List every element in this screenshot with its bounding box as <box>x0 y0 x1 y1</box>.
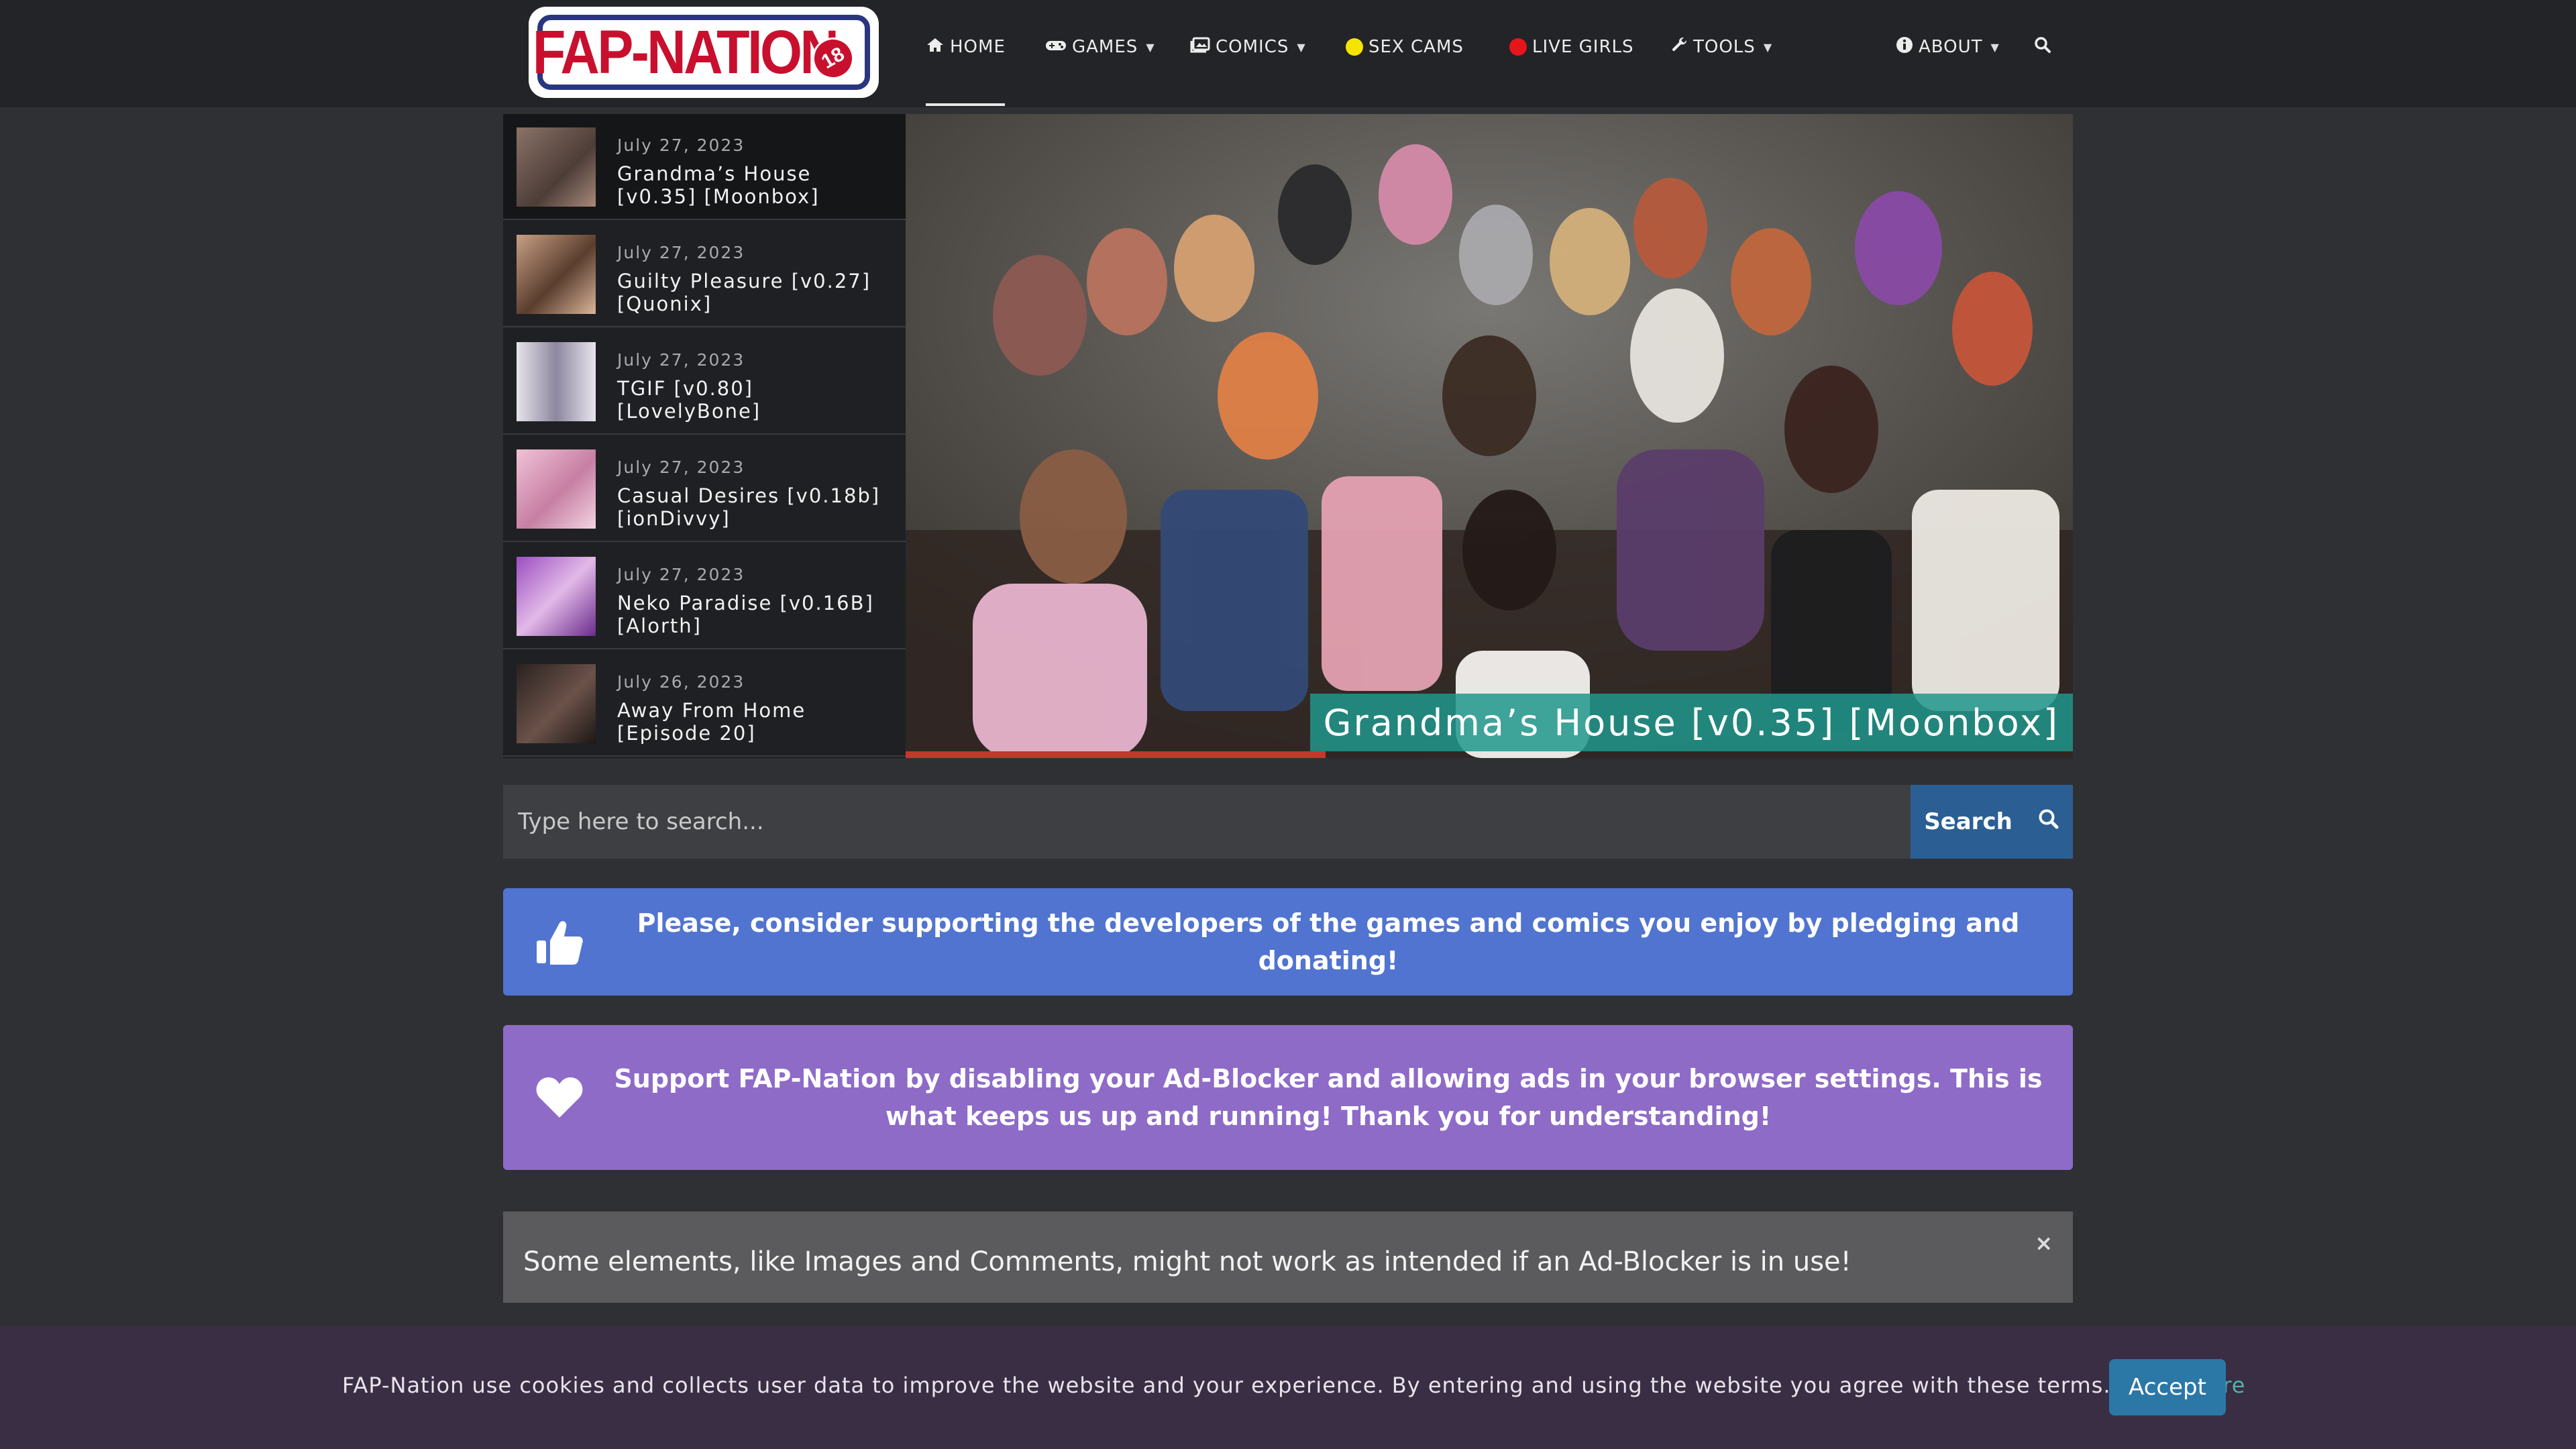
post-title[interactable]: Casual Desires [v0.18b] [ionDivvy] <box>617 484 892 530</box>
nav-games-label: GAMES <box>1072 37 1138 57</box>
latest-posts-list: July 27, 2023 Grandma’s House [v0.35] [M… <box>503 114 906 758</box>
nav-comics-label: COMICS <box>1216 37 1289 57</box>
chevron-down-icon: ▼ <box>1763 40 1773 54</box>
search-button-label: Search <box>1924 808 2012 835</box>
post-title[interactable]: Guilty Pleasure [v0.27] [Quonix] <box>617 270 892 315</box>
search-input[interactable] <box>503 785 1911 859</box>
adblock-warning: Some elements, like Images and Comments,… <box>503 1212 2073 1303</box>
nav-home[interactable]: HOME <box>926 34 1006 60</box>
featured-slide-caption[interactable]: Grandma’s House [v0.35] [Moonbox] <box>1309 694 2073 751</box>
latest-post-item[interactable]: July 27, 2023 Grandma’s House [v0.35] [M… <box>503 114 906 220</box>
nav-home-label: HOME <box>950 37 1006 57</box>
nav-games[interactable]: GAMES ▼ <box>1045 34 1155 60</box>
cookie-consent-bar: FAP-Nation use cookies and collects user… <box>0 1326 2576 1449</box>
wrench-icon <box>1670 36 1688 58</box>
post-thumbnail <box>517 342 596 421</box>
logo-text: FAP-NATION <box>533 17 839 87</box>
post-date: July 27, 2023 <box>617 565 745 584</box>
chevron-down-icon: ▼ <box>1990 40 2000 54</box>
nav-sex-cams[interactable]: SEX CAMS <box>1346 34 1464 60</box>
search-icon <box>2038 808 2059 836</box>
home-icon <box>926 37 945 58</box>
chevron-down-icon: ▼ <box>1146 40 1155 54</box>
latest-post-item[interactable]: July 26, 2023 Away From Home [Episode 20… <box>503 651 906 757</box>
logo-frame: FAP-NATION 18 <box>533 15 870 90</box>
adblock-warning-text: Some elements, like Images and Comments,… <box>523 1246 1851 1277</box>
post-title[interactable]: Away From Home [Episode 20] <box>617 699 892 745</box>
post-title[interactable]: TGIF [v0.80] [LovelyBone] <box>617 377 892 423</box>
nav-about-label: ABOUT <box>1919 37 1983 57</box>
comics-icon <box>1190 37 1210 58</box>
heart-icon <box>533 1071 586 1124</box>
featured-slide-image <box>906 114 2073 758</box>
nav-sex-cams-label: SEX CAMS <box>1368 37 1464 57</box>
red-dot-icon <box>1509 38 1527 56</box>
nav-tools[interactable]: TOOLS ▼ <box>1670 34 1772 60</box>
nav-about[interactable]: ABOUT ▼ <box>1896 34 2000 60</box>
search-form: Search <box>503 785 2073 859</box>
latest-post-item[interactable]: July 27, 2023 Neko Paradise [v0.16B] [Al… <box>503 543 906 649</box>
site-header: FAP-NATION 18 HOME GAMES ▼ COMICS ▼ SEX … <box>0 0 2576 107</box>
gamepad-icon <box>1045 37 1067 57</box>
accept-cookies-button[interactable]: Accept <box>2109 1359 2226 1415</box>
post-thumbnail <box>517 664 596 743</box>
post-title[interactable]: Neko Paradise [v0.16B] [Alorth] <box>617 592 892 637</box>
post-date: July 27, 2023 <box>617 243 745 262</box>
search-icon <box>2034 36 2051 58</box>
site-logo[interactable]: FAP-NATION 18 <box>529 7 879 98</box>
disable-adblock-notice: Support FAP-Nation by disabling your Ad-… <box>503 1025 2073 1170</box>
featured-slide[interactable]: Grandma’s House [v0.35] [Moonbox] <box>906 114 2073 758</box>
nav-live-girls[interactable]: LIVE GIRLS <box>1509 34 1634 60</box>
post-thumbnail <box>517 557 596 636</box>
disable-adblock-text: Support FAP-Nation by disabling your Ad-… <box>614 1064 2043 1131</box>
nav-active-indicator <box>926 103 1005 106</box>
support-developers-text: Please, consider supporting the develope… <box>637 908 2020 975</box>
info-icon <box>1896 36 1913 58</box>
thumbs-up-icon <box>533 915 586 969</box>
post-date: July 27, 2023 <box>617 136 745 155</box>
close-icon[interactable]: × <box>2035 1230 2053 1256</box>
post-date: July 27, 2023 <box>617 350 745 370</box>
post-date: July 27, 2023 <box>617 458 745 477</box>
nav-comics[interactable]: COMICS ▼ <box>1190 34 1306 60</box>
chevron-down-icon: ▼ <box>1297 40 1306 54</box>
nav-live-girls-label: LIVE GIRLS <box>1532 37 1634 57</box>
cookie-consent-text-wrap: FAP-Nation use cookies and collects user… <box>342 1373 2245 1398</box>
post-thumbnail <box>517 235 596 314</box>
post-thumbnail <box>517 127 596 207</box>
slide-progress-bar <box>906 751 1326 758</box>
latest-post-item[interactable]: July 27, 2023 TGIF [v0.80] [LovelyBone] <box>503 329 906 435</box>
support-developers-notice: Please, consider supporting the develope… <box>503 888 2073 996</box>
post-date: July 26, 2023 <box>617 672 745 692</box>
yellow-dot-icon <box>1346 38 1363 56</box>
nav-search-button[interactable] <box>2034 34 2051 60</box>
post-title[interactable]: Grandma’s House [v0.35] [Moonbox] <box>617 162 892 208</box>
latest-post-item[interactable]: July 27, 2023 Guilty Pleasure [v0.27] [Q… <box>503 221 906 327</box>
nav-tools-label: TOOLS <box>1693 37 1756 57</box>
search-submit-button[interactable]: Search <box>1911 785 2073 859</box>
post-thumbnail <box>517 449 596 529</box>
cookie-consent-text: FAP-Nation use cookies and collects user… <box>342 1373 2111 1398</box>
latest-post-item[interactable]: July 27, 2023 Casual Desires [v0.18b] [i… <box>503 436 906 542</box>
